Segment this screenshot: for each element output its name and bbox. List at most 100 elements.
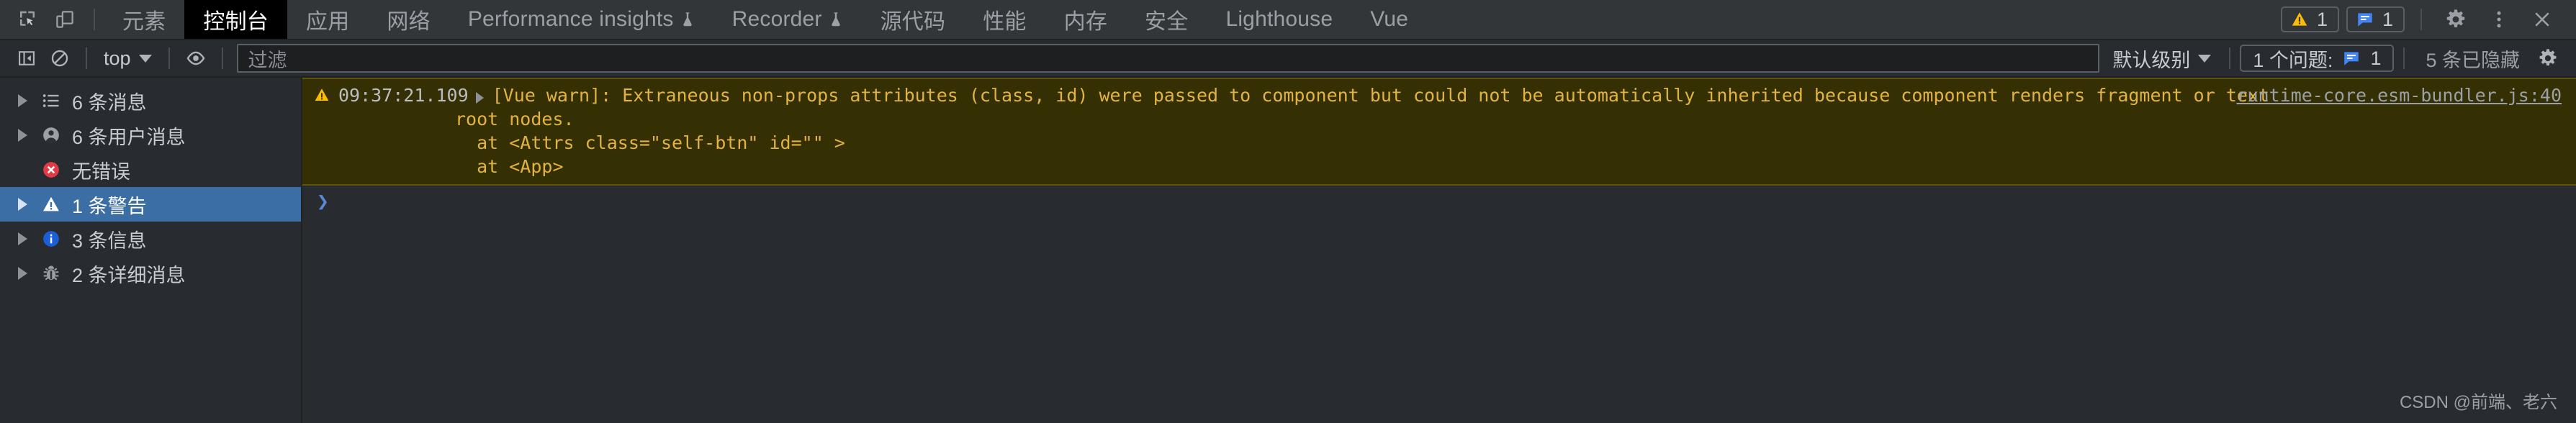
tabbar-right-tools: 1 1 bbox=[2280, 0, 2576, 39]
toolbar-divider bbox=[2403, 47, 2405, 69]
tab-performance-insights[interactable]: Performance insights bbox=[449, 0, 713, 39]
tab-label: 控制台 bbox=[203, 10, 269, 34]
tab-label: 应用 bbox=[306, 10, 350, 34]
chevron-down-icon bbox=[138, 54, 152, 63]
gear-icon bbox=[2539, 49, 2557, 66]
tab-application[interactable]: 应用 bbox=[287, 0, 368, 39]
devtools-tabbar: 元素 控制台 应用 网络 Performance insights Record… bbox=[0, 0, 2576, 40]
execution-context-label: top bbox=[104, 47, 131, 69]
create-live-expression-icon bbox=[186, 51, 204, 65]
tab-label: 源代码 bbox=[880, 10, 946, 34]
disclosure-triangle-icon[interactable] bbox=[10, 267, 35, 280]
gear-icon bbox=[2446, 9, 2465, 27]
tab-sources[interactable]: 源代码 bbox=[862, 0, 965, 39]
devtools-more-button[interactable] bbox=[2481, 1, 2517, 37]
warning-message-line2: root nodes. bbox=[455, 109, 575, 129]
warning-triangle-icon bbox=[312, 83, 331, 104]
warning-count-badge[interactable]: 1 bbox=[2280, 6, 2339, 32]
prompt-chevron-icon: ❯ bbox=[317, 189, 329, 213]
issues-counter-button[interactable]: 1 个问题: 1 bbox=[2240, 45, 2395, 72]
devtools-settings-button[interactable] bbox=[2438, 1, 2474, 37]
tabbar-tabs: 元素 控制台 应用 网络 Performance insights Record… bbox=[104, 0, 2281, 39]
chevron-down-icon bbox=[2198, 54, 2212, 63]
sidebar-item-messages[interactable]: 6 条消息 bbox=[0, 83, 301, 118]
tab-network[interactable]: 网络 bbox=[368, 0, 449, 39]
tab-security[interactable]: 安全 bbox=[1126, 0, 1207, 39]
tab-label: 元素 bbox=[122, 10, 166, 34]
device-toolbar-icon bbox=[56, 11, 73, 28]
inspect-element-button[interactable] bbox=[10, 2, 45, 37]
list-icon bbox=[35, 91, 68, 111]
sidebar-item-errors[interactable]: 无错误 bbox=[0, 153, 301, 187]
tabbar-left-tools bbox=[0, 0, 104, 39]
disclosure-triangle-icon[interactable] bbox=[10, 198, 35, 211]
tab-label: Recorder bbox=[731, 7, 822, 31]
inspect-element-icon bbox=[20, 11, 35, 27]
bug-icon bbox=[35, 263, 68, 283]
console-prompt[interactable]: ❯ bbox=[302, 186, 2576, 223]
console-warning-message[interactable]: 09:37:21.109 [Vue warn]: Extraneous non-… bbox=[302, 78, 2576, 186]
tab-label: 网络 bbox=[387, 10, 431, 34]
warning-stack-line-attrs: at <Attrs class="self-btn" id="" > bbox=[455, 132, 845, 153]
clear-console-icon bbox=[51, 50, 68, 67]
warning-source-link[interactable]: runtime-core.esm-bundler.js:40 bbox=[2236, 83, 2576, 107]
close-icon bbox=[2535, 12, 2549, 27]
show-console-sidebar-icon bbox=[19, 51, 35, 65]
tab-label: Vue bbox=[1370, 7, 1409, 31]
issues-label: 1 个问题: bbox=[2253, 49, 2333, 71]
disclosure-triangle-icon[interactable] bbox=[10, 232, 35, 245]
device-toolbar-button[interactable] bbox=[48, 2, 82, 37]
sidebar-item-label: 6 条用户消息 bbox=[72, 126, 186, 148]
toolbar-divider bbox=[168, 47, 170, 69]
experiment-flask-icon bbox=[831, 12, 840, 27]
sidebar-item-label: 6 条消息 bbox=[72, 91, 147, 114]
sidebar-item-verbose[interactable]: 2 条详细消息 bbox=[0, 256, 301, 291]
error-circle-icon bbox=[35, 160, 68, 180]
sidebar-item-info[interactable]: 3 条信息 bbox=[0, 222, 301, 256]
experiment-flask-icon bbox=[683, 12, 692, 27]
toolbar-divider bbox=[86, 47, 87, 69]
live-expression-button[interactable] bbox=[179, 43, 212, 73]
tab-recorder[interactable]: Recorder bbox=[713, 0, 862, 39]
hidden-messages-label: 5 条已隐藏 bbox=[2426, 49, 2520, 71]
toolbar-divider bbox=[221, 47, 223, 69]
sidebar-item-warnings[interactable]: 1 条警告 bbox=[0, 187, 301, 222]
sidebar-item-user-messages[interactable]: 6 条用户消息 bbox=[0, 118, 301, 153]
execution-context-selector[interactable]: top bbox=[96, 44, 159, 73]
console-sidebar: 6 条消息 6 条用户消息 无错误 1 条警告 3 条信息 2 条详细消息 bbox=[0, 78, 302, 423]
tab-elements[interactable]: 元素 bbox=[104, 0, 184, 39]
tab-vue[interactable]: Vue bbox=[1351, 0, 1427, 39]
message-count-badge[interactable]: 1 bbox=[2346, 6, 2405, 32]
tab-label: Performance insights bbox=[467, 7, 674, 31]
tabbar-right-divider bbox=[2420, 9, 2422, 30]
console-output-pane: 09:37:21.109 [Vue warn]: Extraneous non-… bbox=[302, 78, 2576, 423]
sidebar-item-label: 3 条信息 bbox=[72, 229, 147, 252]
log-level-selector[interactable]: 默认级别 bbox=[2104, 45, 2220, 73]
tab-performance[interactable]: 性能 bbox=[964, 0, 1045, 39]
sidebar-item-label: 1 条警告 bbox=[72, 195, 147, 217]
tabbar-divider bbox=[94, 9, 95, 30]
warning-first-line: 09:37:21.109 [Vue warn]: Extraneous non-… bbox=[302, 83, 2576, 107]
log-level-label: 默认级别 bbox=[2112, 49, 2191, 71]
clear-console-button[interactable] bbox=[43, 43, 76, 73]
devtools-close-button[interactable] bbox=[2524, 1, 2560, 37]
console-filter-input[interactable]: 过滤 bbox=[236, 44, 2100, 73]
disclosure-triangle-icon[interactable] bbox=[10, 129, 35, 142]
warning-triangle-icon bbox=[2292, 12, 2307, 26]
tab-console[interactable]: 控制台 bbox=[184, 0, 288, 39]
console-toolbar: top 过滤 默认级别 1 个问题: 1 5 条已隐藏 bbox=[0, 40, 2576, 78]
warning-triangle-icon bbox=[35, 194, 68, 214]
message-bubble-icon bbox=[2358, 13, 2372, 27]
warning-stack-line-app: at <App> bbox=[455, 156, 564, 177]
expand-triangle-icon[interactable] bbox=[475, 92, 484, 104]
console-settings-button[interactable] bbox=[2531, 43, 2564, 73]
watermark-text: CSDN @前端、老六 bbox=[2399, 393, 2557, 412]
message-bubble-icon bbox=[2344, 52, 2359, 65]
console-sidebar-toggle-button[interactable] bbox=[10, 43, 43, 73]
issues-count: 1 bbox=[2370, 47, 2382, 69]
tab-label: 安全 bbox=[1145, 10, 1189, 34]
tab-memory[interactable]: 内存 bbox=[1045, 0, 1126, 39]
tab-lighthouse[interactable]: Lighthouse bbox=[1207, 0, 1351, 39]
disclosure-triangle-icon[interactable] bbox=[10, 94, 35, 107]
tab-label: 内存 bbox=[1063, 10, 1108, 34]
